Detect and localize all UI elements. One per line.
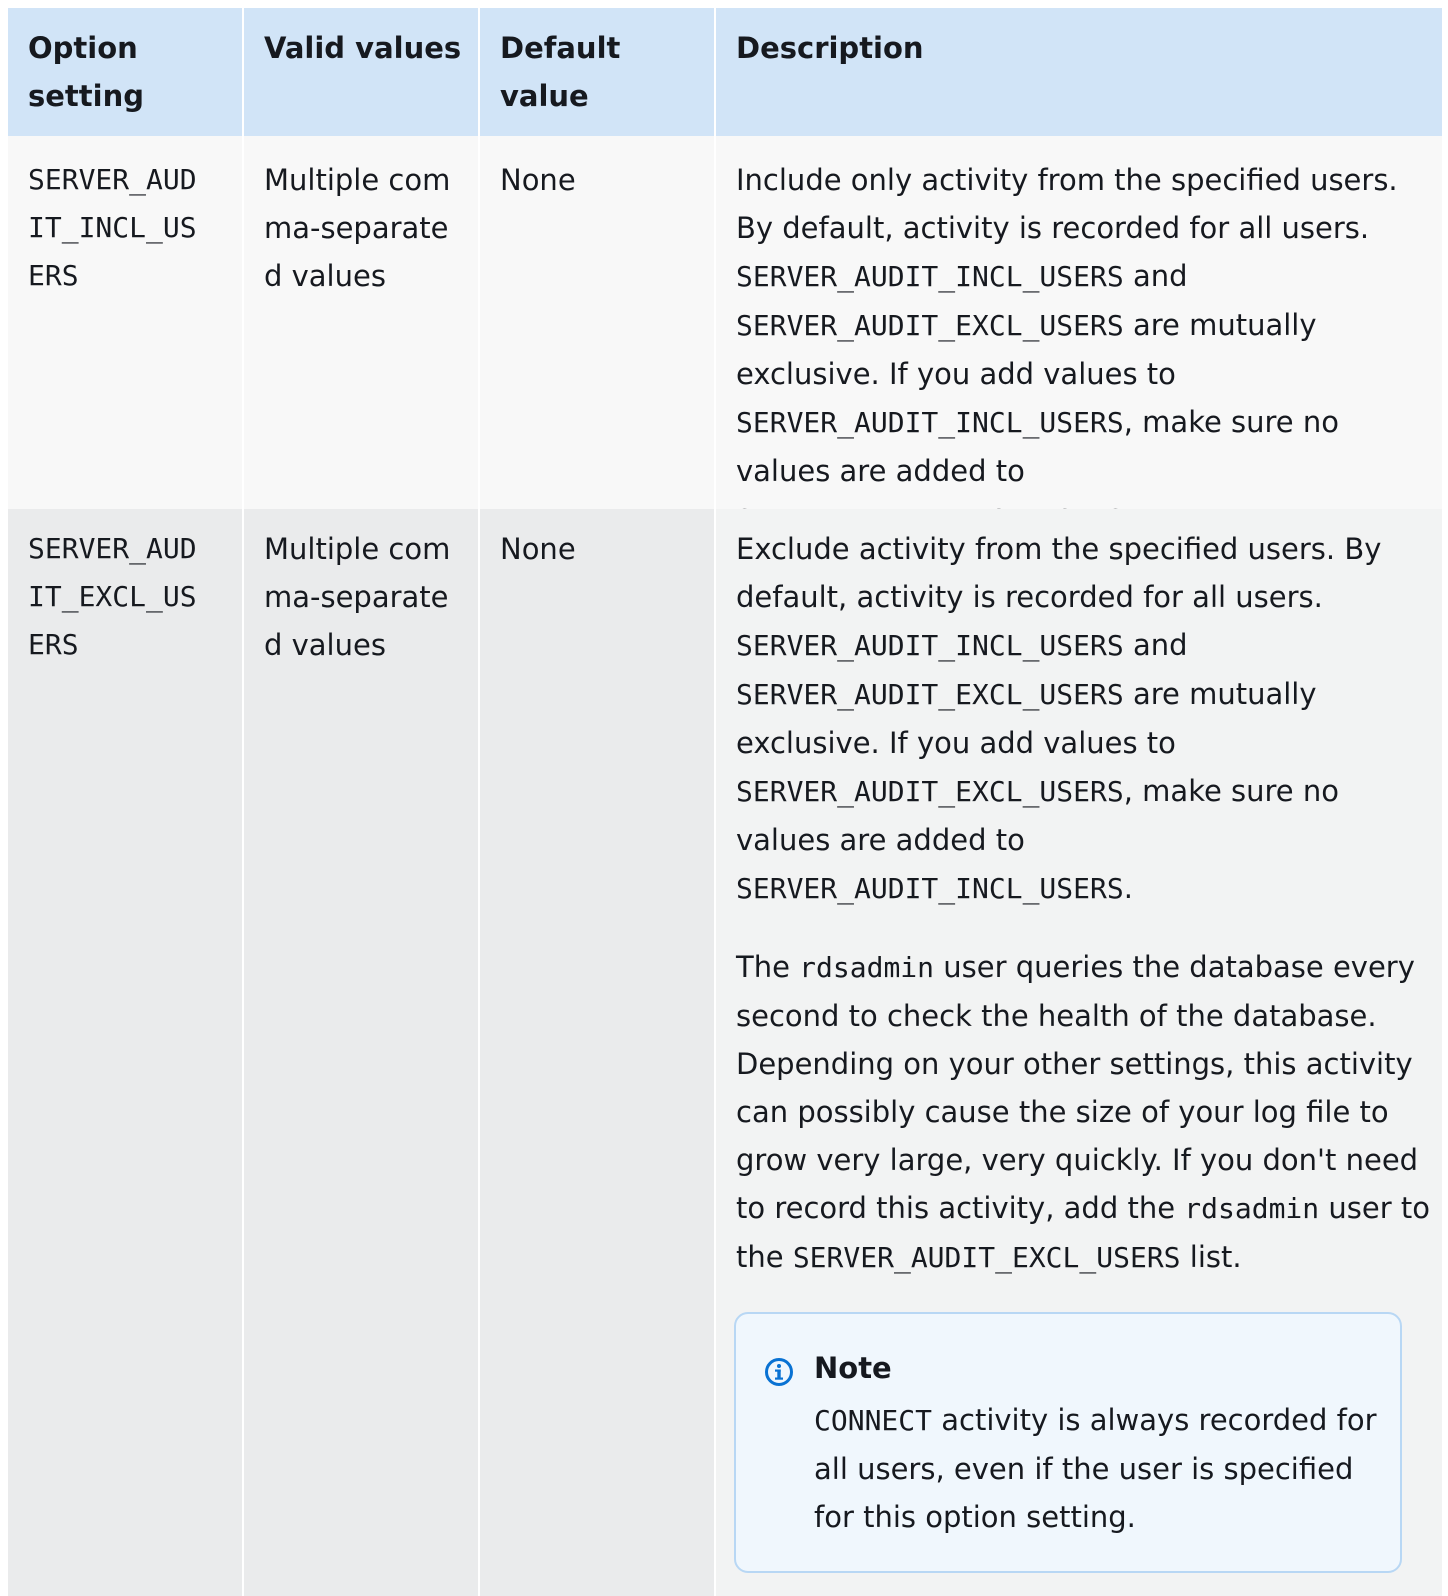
code-excl-users: SERVER_AUDIT_EXCL_USERS	[736, 775, 1124, 808]
table-header-row: Option setting Valid values Default valu…	[8, 8, 1448, 136]
description-text: and	[1123, 259, 1188, 293]
header-description: Description	[716, 8, 1442, 136]
header-valid-values: Valid values	[244, 8, 478, 136]
description-text: user queries the database every second t…	[736, 950, 1419, 1225]
code-rdsadmin: rdsadmin	[799, 951, 935, 984]
audit-options-table: Option setting Valid values Default valu…	[8, 8, 1448, 1596]
table-row: SERVER_AUDIT_INCL_USERS Multiple comma-s…	[8, 136, 1448, 536]
code-excl-users: SERVER_AUDIT_EXCL_USERS	[736, 678, 1124, 711]
note-title: Note	[814, 1351, 892, 1385]
code-rdsadmin: rdsadmin	[1184, 1192, 1320, 1225]
description-cell: Include only activity from the specified…	[716, 136, 1442, 536]
info-circle-icon	[764, 1353, 794, 1386]
note-header: Note	[764, 1344, 1380, 1392]
code-excl-users: SERVER_AUDIT_EXCL_USERS	[736, 309, 1124, 342]
code-incl-users: SERVER_AUDIT_INCL_USERS	[736, 629, 1124, 662]
description-text: Exclude activity from the specified user…	[736, 532, 1382, 614]
note-callout: Note CONNECT activity is always recorded…	[734, 1312, 1402, 1573]
option-setting-cell: SERVER_AUDIT_INCL_USERS	[8, 136, 242, 509]
option-setting-cell: SERVER_AUDIT_EXCL_USERS	[8, 509, 242, 1596]
description-paragraph: The rdsadmin user queries the database e…	[736, 943, 1430, 1282]
default-value-cell: None	[480, 509, 714, 1596]
code-incl-users: SERVER_AUDIT_INCL_USERS	[736, 872, 1124, 905]
valid-values-cell: Multiple comma-separated values	[244, 136, 478, 509]
code-incl-users: SERVER_AUDIT_INCL_USERS	[736, 406, 1124, 439]
description-paragraph: Exclude activity from the specified user…	[736, 525, 1430, 913]
code-incl-users: SERVER_AUDIT_INCL_USERS	[736, 260, 1124, 293]
description-text: and	[1123, 628, 1188, 662]
description-paragraph: Include only activity from the specified…	[736, 156, 1430, 544]
table-row: SERVER_AUDIT_EXCL_USERS Multiple comma-s…	[8, 509, 1448, 1596]
default-value-cell: None	[480, 136, 714, 509]
valid-values-text: Multiple comma-separated values	[264, 163, 451, 293]
header-option-setting: Option setting	[8, 8, 242, 136]
code-connect: CONNECT	[814, 1404, 933, 1437]
description-text: Include only activity from the specified…	[736, 163, 1398, 245]
description-text: list.	[1180, 1240, 1242, 1274]
header-default-value: Default value	[480, 8, 714, 136]
option-name: SERVER_AUDIT_EXCL_USERS	[28, 532, 197, 661]
option-name: SERVER_AUDIT_INCL_USERS	[28, 163, 197, 292]
code-excl-users: SERVER_AUDIT_EXCL_USERS	[792, 1241, 1181, 1274]
description-text: The	[736, 950, 800, 984]
valid-values-text: Multiple comma-separated values	[264, 532, 451, 662]
valid-values-cell: Multiple comma-separated values	[244, 509, 478, 1596]
description-text: .	[1123, 871, 1133, 905]
description-cell: Exclude activity from the specified user…	[716, 509, 1442, 1596]
note-body: CONNECT activity is always recorded for …	[814, 1396, 1380, 1541]
